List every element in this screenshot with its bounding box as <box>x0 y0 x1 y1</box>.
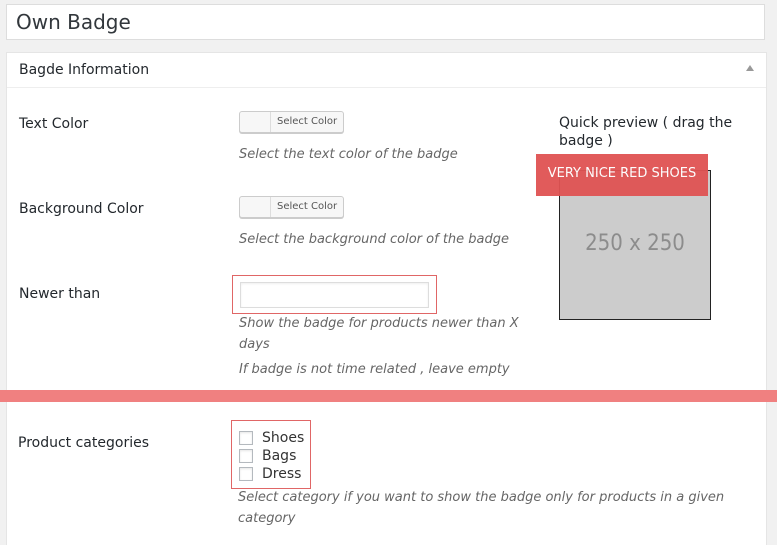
background-color-picker-button[interactable]: Select Color <box>239 196 344 218</box>
product-categories-label: Product categories <box>18 435 149 451</box>
section-divider <box>0 390 777 402</box>
background-color-picker-label: Select Color <box>277 201 338 212</box>
text-color-picker-label: Select Color <box>277 116 338 127</box>
text-color-swatch <box>240 112 271 132</box>
newer-than-label: Newer than <box>19 286 101 302</box>
text-color-description: Select the text color of the badge <box>239 147 458 162</box>
dress-checkbox[interactable] <box>239 467 253 481</box>
background-color-description: Select the background color of the badge <box>239 232 510 247</box>
badge-title-input[interactable]: Own Badge <box>6 4 765 40</box>
categories-description: Select category if you want to show the … <box>238 490 725 505</box>
dress-label: Dress <box>262 466 302 482</box>
newer-than-description-cont: days <box>239 337 270 352</box>
panel-header[interactable]: Bagde Information <box>7 53 766 88</box>
categories-description-cont: category <box>238 511 296 526</box>
bags-checkbox[interactable] <box>239 449 253 463</box>
newer-than-input[interactable] <box>240 282 429 308</box>
shoes-checkbox[interactable] <box>239 431 253 445</box>
newer-than-hint: If badge is not time related , leave emp… <box>239 362 510 377</box>
shoes-label: Shoes <box>262 430 305 446</box>
newer-than-description: Show the badge for products newer than X <box>239 316 519 331</box>
draggable-badge[interactable]: VERY NICE RED SHOES <box>536 154 708 196</box>
background-color-swatch <box>240 197 271 217</box>
bags-label: Bags <box>262 448 297 464</box>
text-color-picker-button[interactable]: Select Color <box>239 111 344 133</box>
quick-preview-title: Quick preview ( drag the badge ) <box>559 115 733 149</box>
background-color-label: Background Color <box>19 201 144 217</box>
placeholder-size-text: 250 x 250 <box>585 231 685 256</box>
collapse-arrow-icon[interactable] <box>746 65 754 71</box>
text-color-label: Text Color <box>19 116 89 132</box>
panel-title: Bagde Information <box>19 62 150 78</box>
